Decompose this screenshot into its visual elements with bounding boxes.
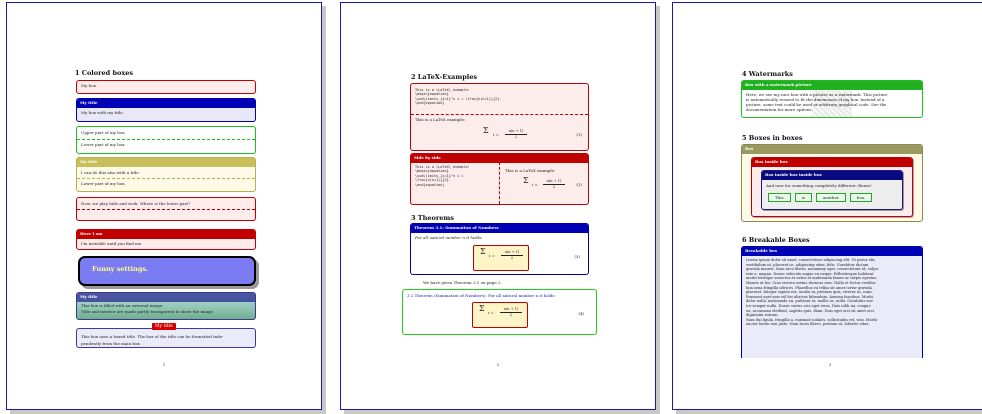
page-1: 1 Colored boxes My box. My title My box … [6,2,322,410]
latex-example-box: This is a \LaTeX\ example: \begin{equati… [410,83,589,151]
hide-box: Now, we play hide and seek. Where is the… [76,197,256,221]
theorem-title: Theorem 3.1: Summation of Numbers [411,224,588,233]
page-2: 2 LaTeX-Examples This is a \LaTeX\ examp… [340,2,656,410]
theorem-box: Theorem 3.1: Summation of Numbers For al… [410,223,589,275]
sum-symbol: Σ [523,176,529,185]
innermost-box: Box inside box inside box And now for so… [761,170,903,210]
box-title: Box inside box [752,158,912,167]
box-lower-text: Lower part of my box. [81,142,126,147]
tiny-box: box. [849,193,873,202]
equation-number: (3) [574,254,580,259]
box-title: Breakable box [742,247,922,256]
box-text: And now for something completely differe… [766,183,872,188]
section-heading: 5 Boxes in boxes [742,134,803,142]
inner-box: Box inside box Box inside box inside box… [751,157,913,217]
code-block: This is a \LaTeX\ example: \begin{equati… [415,165,495,187]
box-title: Box [742,145,922,154]
boxed-title: My title [152,323,176,330]
box-text: My box. [81,83,98,88]
box-text: Here, we see my nice box with a picture … [742,90,922,114]
sum-symbol: Σ [480,247,486,256]
tiny-box: is [794,193,812,202]
funny-box: Funny settings. [78,256,256,286]
page-number: 1 [162,362,166,367]
formula-lhs: i = [488,310,494,315]
box-text: Lorem ipsum dolor sit amet, consectetuer… [742,256,922,329]
section-heading: 1 Colored boxes [75,69,134,77]
text-line: auctor lorem non justo. Nam lacus libero… [746,322,870,327]
reference-text: We have given Theorem 3.1 on page 2. [423,280,502,285]
side-by-side-box: Side by side This is a \LaTeX\ example: … [410,153,589,205]
tiny-box: This [768,193,791,202]
tiny-box: another [815,193,846,202]
box-lower-text: Lower part of my box. [81,181,126,186]
box-text: I'm invisible until you find me. [81,241,143,246]
page-3: 4 Watermarks Box with a watermark pictur… [672,2,982,410]
section-heading: 3 Theorems [411,214,454,222]
theorem-statement: For all natural number n it holds: [415,235,483,240]
box-text-line: This box uses a boxed title. The box of … [81,334,224,339]
code-line: \end{equation} [415,182,445,187]
titled-box: Here I am I'm invisible until you find m… [76,229,256,250]
titled-split-box: My title I can do this also with a title… [76,157,256,192]
watermark-box: Box with a watermark picture Here, we se… [741,80,923,118]
theorem-box: 3.2 Theorem (Summation of Numbers): For … [402,289,597,335]
outer-box: Box Box inside box Box inside box inside… [741,144,923,222]
box-title: My title [77,99,255,108]
section-heading: 4 Watermarks [742,70,793,78]
formula-denominator: 2 [509,313,513,317]
box-text-line: Title and interior are made partly trans… [81,309,215,314]
equation-number: (4) [578,311,584,316]
equation-number: (1) [576,132,582,137]
box-title: Box with a watermark picture [742,81,922,90]
box-title: Here I am [77,230,255,239]
formula-denominator: 2 [510,256,514,260]
formula-denominator: 2 [552,185,556,189]
formula-denominator: 2 [514,135,518,139]
box-title: My title [77,293,255,302]
theorem-heading: 3.2 Theorem (Summation of Numbers): For … [407,293,556,298]
boxed-title-box: This box uses a boxed title. The box of … [76,328,256,348]
box-text: Funny settings. [92,265,149,273]
code-block: This is a \LaTeX\ example: \begin{equati… [411,84,588,108]
formula-lhs: i = [493,132,499,137]
equation-number: (2) [576,182,582,187]
sum-symbol: Σ [479,304,485,313]
box-upper-text: I can do this also with a title. [81,170,140,175]
dashed-divider [499,162,500,204]
box-text: Now, we play hide and seek. Where is the… [81,201,191,206]
box-title: My title [77,158,255,167]
colored-box: My box. [76,80,256,94]
box-title: Box inside box inside box [762,171,902,180]
section-heading: 6 Breakable Boxes [742,236,810,244]
page-number: 2 [496,362,500,367]
sum-symbol: Σ [483,126,489,135]
result-text: This is a LaTeX example: [505,168,556,173]
text-line: documentation for more options. [746,107,813,112]
dashed-divider [77,209,255,210]
formula-lhs: i = [532,182,538,187]
box-text-line: This box is filled with an external imag… [81,303,164,308]
box-text: My box with my title. [81,110,125,115]
page-number: 3 [828,362,832,367]
formula-lhs: i = [489,253,495,258]
image-box: My title This box is filled with an exte… [76,292,256,320]
result-text: This is a LaTeX example: [415,116,466,122]
split-box: Upper part of my box. Lower part of my b… [76,126,256,154]
breakable-box: Breakable box Lorem ipsum dolor sit amet… [741,246,923,358]
section-heading: 2 LaTeX-Examples [411,73,478,81]
titled-box: My title My box with my title. [76,98,256,122]
code-line: \end{equation} [415,101,445,106]
box-text-line: pendently from the main box. [81,341,141,346]
box-upper-text: Upper part of my box. [81,130,126,135]
tiny-box-row: This is another box. [768,193,873,202]
